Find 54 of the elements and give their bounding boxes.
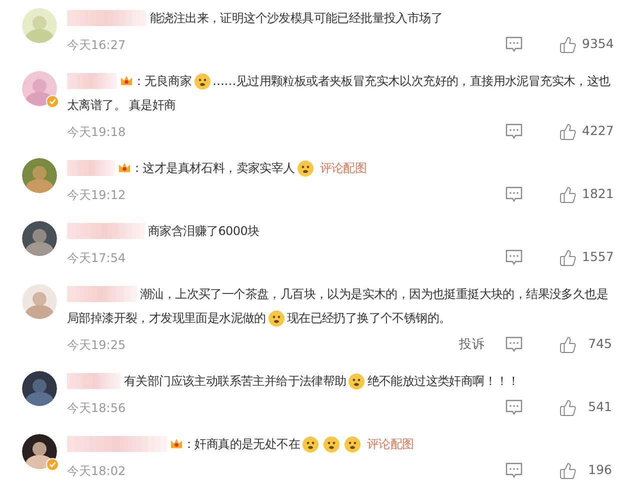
like-count: 196 — [587, 461, 612, 480]
comment-text: 太离谱了。 真是奸商 — [67, 97, 176, 114]
comment-icon[interactable] — [505, 336, 523, 353]
emoji-icon — [323, 436, 340, 452]
comment-icon[interactable] — [505, 462, 523, 479]
comment-icon[interactable] — [505, 123, 523, 140]
emoji-icon — [348, 372, 366, 390]
like-icon[interactable] — [559, 122, 577, 140]
comment-image-link[interactable]: 评论配图 — [367, 432, 414, 456]
like-icon[interactable] — [559, 186, 577, 204]
like-count: 541 — [587, 398, 612, 416]
like-icon[interactable] — [559, 462, 577, 480]
emoji-icon — [296, 160, 314, 176]
comment-time: 今天18:56 — [67, 400, 126, 416]
comment-text: 局部掉漆开裂，才发现里面是水泥做的 — [67, 310, 266, 327]
like-icon[interactable] — [559, 36, 577, 54]
emoji-icon — [302, 436, 320, 452]
comment-text: 商家含泪赚了6000块 — [148, 223, 260, 240]
comment-text: ：无良商家 — [133, 73, 192, 90]
comment-text: ……见过用颗粒板或者夹板冒充实木以次充好的，直接用水泥冒充实木，这也 — [212, 73, 610, 90]
emoji-icon — [344, 436, 362, 452]
like-icon[interactable] — [559, 336, 577, 354]
comment-text: 绝不能放过这类奸商啊！！！ — [367, 373, 520, 390]
emoji-icon — [268, 310, 285, 326]
comment-time: 今天17:54 — [67, 250, 126, 266]
comment-time: 今天19:25 — [67, 336, 126, 354]
comment-time: 今天18:02 — [67, 462, 126, 480]
comment-time: 今天19:18 — [67, 124, 126, 140]
blurred-name — [67, 286, 137, 302]
blurred-name — [67, 160, 115, 176]
comment-text: 能浇注出来，证明这个沙发模具可能已经批量投入市场了 — [150, 10, 443, 27]
comment-text: 现在已经扔了换了个不锈钢的。 — [286, 310, 451, 327]
comment-text: ：这才是真材石料，卖家实宰人 — [131, 160, 295, 177]
like-count: 4227 — [582, 122, 612, 140]
like-count: 745 — [587, 335, 612, 354]
comment-image-link[interactable]: 评论配图 — [320, 156, 367, 180]
emoji-icon — [194, 72, 211, 90]
comment-icon[interactable] — [505, 399, 523, 416]
blurred-name — [67, 73, 117, 89]
like-count: 1557 — [582, 248, 612, 266]
comment-time: 今天16:27 — [67, 36, 126, 54]
comment-text: 有关部门应该主动联系苦主并给于法律帮助 — [124, 373, 346, 390]
like-count: 1821 — [582, 185, 612, 204]
like-count: 9354 — [582, 35, 612, 54]
blurred-name — [67, 373, 121, 389]
comment-text: 潮汕，上次买了一个茶盘，几百块，以为是实木的，因为也挺重挺大块的，结果没多久也是 — [140, 286, 608, 303]
comment-icon[interactable] — [505, 186, 523, 203]
comment-time: 今天19:12 — [67, 186, 126, 204]
like-icon[interactable] — [559, 248, 577, 266]
comment-text: ：奸商真的是无处不在 — [183, 436, 300, 453]
like-icon[interactable] — [559, 398, 577, 416]
report-button[interactable]: 投诉 — [459, 335, 485, 354]
comment-icon[interactable] — [505, 36, 523, 53]
comment-icon[interactable] — [505, 249, 523, 266]
